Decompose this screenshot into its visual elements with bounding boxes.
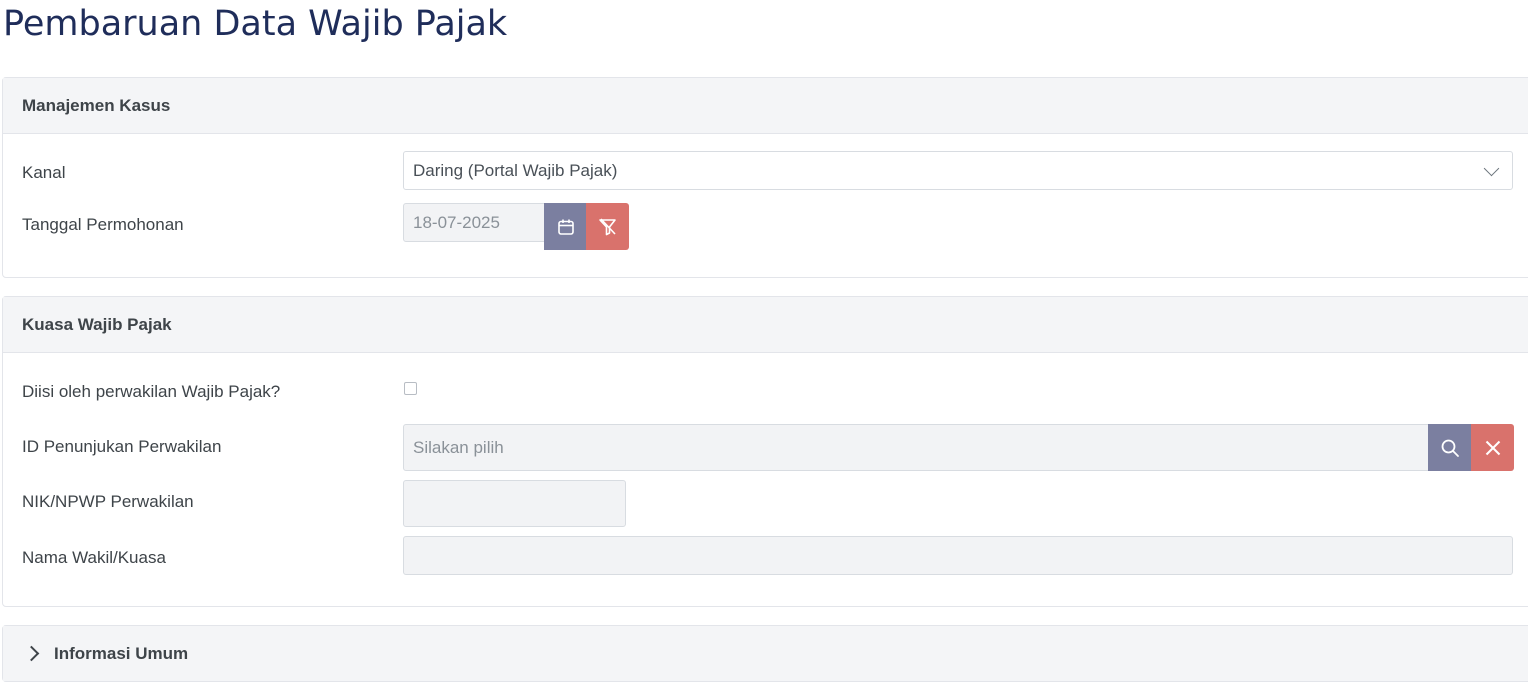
tanggal-permohonan-label: Tanggal Permohonan: [22, 215, 184, 234]
kuasa-wajib-pajak-header: Kuasa Wajib Pajak: [3, 297, 1528, 353]
manajemen-kasus-header: Manajemen Kasus: [3, 78, 1528, 134]
search-button[interactable]: [1428, 424, 1471, 471]
diisi-perwakilan-checkbox[interactable]: [404, 382, 417, 395]
manajemen-kasus-card: Manajemen Kasus Kanal Daring (Portal Waj…: [2, 77, 1528, 278]
clear-id-button[interactable]: [1471, 424, 1514, 471]
diisi-perwakilan-label: Diisi oleh perwakilan Wajib Pajak?: [22, 382, 281, 401]
search-icon: [1441, 439, 1459, 457]
kanal-label: Kanal: [22, 163, 66, 182]
kuasa-wajib-pajak-title: Kuasa Wajib Pajak: [22, 314, 172, 334]
informasi-umum-title: Informasi Umum: [54, 643, 189, 663]
kuasa-wajib-pajak-card: Kuasa Wajib Pajak Diisi oleh perwakilan …: [2, 296, 1528, 607]
chevron-right-icon: [23, 645, 40, 662]
clear-date-button[interactable]: [586, 203, 629, 250]
kanal-select[interactable]: Daring (Portal Wajib Pajak): [403, 151, 1513, 190]
close-icon: [1485, 440, 1500, 455]
id-penunjukan-label: ID Penunjukan Perwakilan: [22, 437, 222, 456]
tanggal-permohonan-input[interactable]: 18-07-2025: [403, 203, 545, 242]
nik-npwp-label: NIK/NPWP Perwakilan: [22, 492, 194, 511]
calendar-icon: [557, 219, 574, 235]
nama-wakil-label: Nama Wakil/Kuasa: [22, 548, 166, 567]
calendar-button[interactable]: [544, 203, 587, 250]
informasi-umum-header[interactable]: Informasi Umum: [3, 626, 1528, 681]
kanal-value: Daring (Portal Wajib Pajak): [413, 160, 618, 180]
chevron-down-icon: [1483, 160, 1500, 177]
id-penunjukan-input[interactable]: Silakan pilih: [403, 424, 1429, 471]
nama-wakil-input[interactable]: [403, 536, 1513, 575]
tanggal-permohonan-value: 18-07-2025: [413, 212, 500, 232]
informasi-umum-card[interactable]: Informasi Umum: [2, 625, 1528, 682]
manajemen-kasus-title: Manajemen Kasus: [22, 95, 171, 115]
nik-npwp-input[interactable]: [403, 480, 626, 527]
page-title: Pembaruan Data Wajib Pajak: [3, 4, 508, 44]
id-penunjukan-placeholder: Silakan pilih: [413, 437, 504, 457]
filter-clear-icon: [598, 217, 616, 235]
